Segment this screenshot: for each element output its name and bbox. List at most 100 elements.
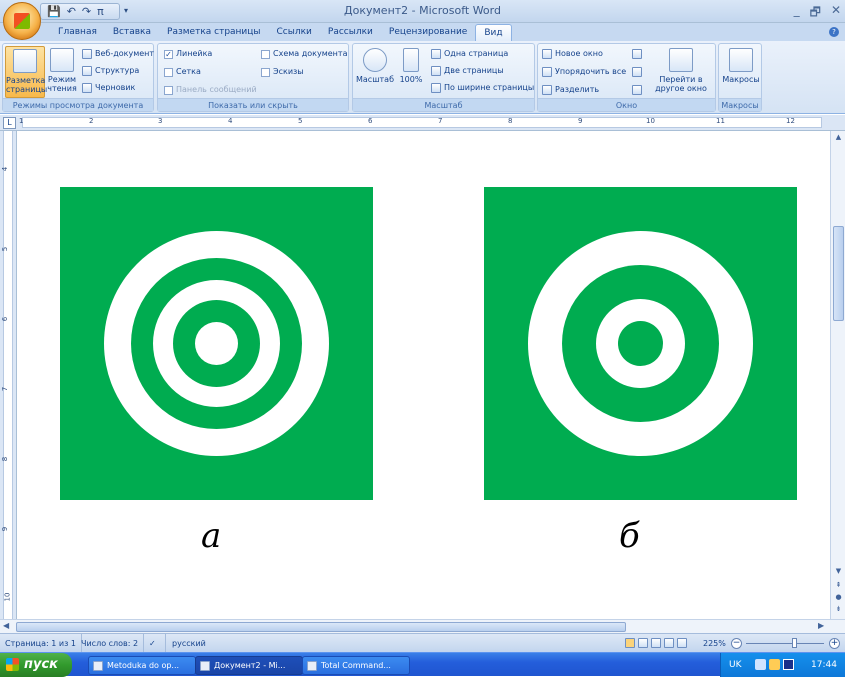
outline-button[interactable]: Структура: [82, 64, 139, 78]
arrange-all-button[interactable]: Упорядочить все: [542, 65, 626, 79]
zoom-button[interactable]: Масштаб: [355, 46, 395, 98]
view-buttons: [625, 638, 697, 649]
vertical-ruler[interactable]: 4 5 6 7 8 9 10: [0, 131, 17, 619]
macros-button[interactable]: Макросы: [721, 46, 761, 98]
horizontal-ruler[interactable]: 1 2 3 4 5 6 7 8 9 10 11 12: [0, 115, 845, 131]
split-button[interactable]: Разделить: [542, 83, 599, 97]
switch-windows-button[interactable]: Перейти в другое окно: [651, 46, 711, 98]
previous-page-icon[interactable]: ⇞: [834, 581, 843, 589]
window-controls: _ 🗗 ✕: [794, 3, 841, 24]
thumbnails-checkbox[interactable]: Эскизы: [261, 65, 304, 79]
reset-window-icon[interactable]: [632, 83, 642, 97]
draft-button[interactable]: Черновик: [82, 81, 135, 95]
ruler-number: 10: [3, 592, 12, 602]
ruler-number: 5: [298, 117, 303, 125]
group-label: Масштаб: [353, 98, 534, 111]
vertical-scrollbar[interactable]: ▲ ▼ ⇞ ● ⇟: [830, 131, 845, 619]
proofing-icon[interactable]: ✓: [144, 634, 166, 653]
horizontal-scroll-thumb[interactable]: [16, 622, 626, 632]
macros-icon: [729, 48, 753, 72]
undo-icon[interactable]: ↶: [67, 5, 76, 18]
switch-windows-icon: [669, 48, 693, 72]
ribbon-tabs: Главная Вставка Разметка страницы Ссылки…: [0, 23, 845, 41]
browse-object-icon[interactable]: ●: [834, 593, 843, 601]
print-layout-icon: [13, 49, 37, 73]
outline-icon: [82, 66, 92, 76]
gridlines-checkbox[interactable]: Сетка: [164, 65, 201, 79]
view-side-by-side-icon[interactable]: [632, 47, 642, 61]
help-icon[interactable]: ?: [829, 27, 839, 37]
zoom-100-button[interactable]: 100%: [397, 46, 425, 98]
tab-review[interactable]: Рецензирование: [381, 24, 475, 41]
close-button[interactable]: ✕: [831, 3, 841, 24]
zoom-slider-thumb[interactable]: [792, 638, 797, 648]
full-screen-reading-icon[interactable]: [638, 638, 648, 648]
taskbar-item-document2[interactable]: Документ2 - Mi...: [195, 656, 303, 675]
scroll-left-icon[interactable]: ◀: [3, 621, 9, 630]
zoom-in-icon[interactable]: +: [829, 638, 840, 649]
draft-icon: [82, 83, 92, 93]
tab-page-layout[interactable]: Разметка страницы: [159, 24, 269, 41]
vertical-scroll-thumb[interactable]: [833, 226, 844, 321]
page-width-button[interactable]: По ширине страницы: [431, 81, 534, 95]
save-icon[interactable]: 💾: [47, 5, 61, 18]
ruler-number: 11: [716, 117, 725, 125]
zoom-out-icon[interactable]: −: [731, 638, 742, 649]
tab-selector-button[interactable]: L: [3, 117, 16, 129]
minimize-button[interactable]: _: [794, 3, 800, 24]
split-icon: [542, 85, 552, 95]
one-page-button[interactable]: Одна страница: [431, 47, 508, 61]
pi-button[interactable]: π: [97, 5, 104, 18]
tab-insert[interactable]: Вставка: [105, 24, 159, 41]
reading-mode-button[interactable]: Режим чтения: [46, 46, 78, 98]
group-label: Макросы: [719, 98, 761, 111]
clock[interactable]: 17:44: [811, 653, 837, 677]
word-count[interactable]: Число слов: 2: [76, 634, 145, 653]
tab-references[interactable]: Ссылки: [269, 24, 320, 41]
redo-icon[interactable]: ↷: [82, 5, 91, 18]
scroll-down-icon[interactable]: ▼: [834, 567, 843, 575]
start-button[interactable]: пуск: [0, 653, 72, 677]
horizontal-scrollbar[interactable]: ◀ ▶: [0, 619, 845, 633]
sync-scroll-icon[interactable]: [632, 65, 642, 79]
scroll-up-icon[interactable]: ▲: [834, 133, 843, 141]
document-map-checkbox[interactable]: Схема документа: [261, 47, 347, 61]
new-window-button[interactable]: Новое окно: [542, 47, 603, 61]
restore-button[interactable]: 🗗: [810, 3, 821, 24]
office-button[interactable]: [3, 2, 41, 40]
checkbox-icon: [261, 49, 270, 59]
document-page[interactable]: а б: [18, 131, 830, 619]
tab-home[interactable]: Главная: [50, 24, 105, 41]
print-layout-view-icon[interactable]: [625, 638, 635, 648]
message-bar-checkbox: Панель сообщений: [164, 83, 257, 97]
ribbon: Разметка страницы Режим чтения Веб-докум…: [0, 41, 845, 114]
tray-app-icon[interactable]: [769, 659, 780, 670]
qat-customize-icon[interactable]: ▾: [124, 6, 128, 15]
scroll-right-icon[interactable]: ▶: [818, 621, 824, 630]
zoom-slider-track[interactable]: [746, 643, 824, 644]
draft-view-icon[interactable]: [677, 638, 687, 648]
tray-player-icon[interactable]: [783, 659, 794, 670]
tab-mailings[interactable]: Рассылки: [320, 24, 381, 41]
group-window: Новое окно Упорядочить все Разделить Пер…: [537, 43, 716, 112]
tab-view[interactable]: Вид: [475, 24, 512, 41]
ruler-checkbox[interactable]: ✓ Линейка: [164, 47, 212, 61]
page-100-icon: [403, 48, 419, 72]
two-pages-button[interactable]: Две страницы: [431, 64, 504, 78]
next-page-icon[interactable]: ⇟: [834, 605, 843, 613]
page-count[interactable]: Страница: 1 из 1: [0, 634, 82, 653]
zoom-level[interactable]: 225%: [703, 634, 726, 653]
ruler-number: 8: [508, 117, 513, 125]
outline-view-icon[interactable]: [664, 638, 674, 648]
web-layout-button[interactable]: Веб-документ: [82, 47, 154, 61]
language[interactable]: русский: [167, 634, 211, 653]
print-layout-button[interactable]: Разметка страницы: [5, 46, 47, 98]
language-indicator[interactable]: UK: [729, 653, 742, 677]
web-layout-view-icon[interactable]: [651, 638, 661, 648]
taskbar: пуск Metoduka do op... Документ2 - Mi...…: [0, 652, 845, 677]
tray-network-icon[interactable]: [755, 659, 766, 670]
taskbar-item-total-commander[interactable]: Total Command...: [302, 656, 410, 675]
taskbar-item-metoduka[interactable]: Metoduka do op...: [88, 656, 196, 675]
new-window-icon: [542, 49, 552, 59]
windows-flag-icon: [6, 658, 19, 671]
